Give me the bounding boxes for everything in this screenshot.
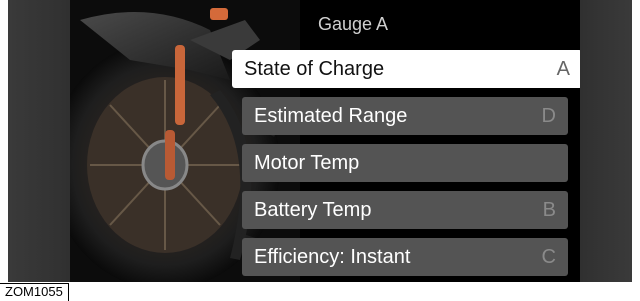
display-center: Gauge A State of Charge A Estimated Rang…: [70, 0, 580, 282]
slot-letter: D: [541, 104, 556, 127]
menu-item-motor-temp[interactable]: Motor Temp: [242, 144, 568, 182]
slot-letter: A: [556, 57, 570, 80]
gauge-title: Gauge A: [317, 14, 389, 34]
menu-item-efficiency-instant[interactable]: Efficiency: Instant C: [242, 238, 568, 276]
menu-item-estimated-range[interactable]: Estimated Range D: [242, 97, 568, 135]
menu-item-label: Estimated Range: [254, 104, 408, 127]
right-bezel: [580, 0, 632, 282]
figure-caption: ZOM1055: [0, 283, 69, 301]
menu-item-state-of-charge[interactable]: State of Charge A: [232, 50, 580, 88]
menu-item-label: Battery Temp: [254, 198, 372, 221]
menu-item-label: Motor Temp: [254, 151, 360, 174]
menu-item-label: Efficiency: Instant: [254, 245, 411, 268]
slot-letter: C: [541, 245, 556, 268]
left-bezel: [8, 0, 70, 282]
menu-item-label: State of Charge: [244, 57, 385, 80]
slot-letter: B: [542, 198, 556, 221]
menu-item-battery-temp[interactable]: Battery Temp B: [242, 191, 568, 229]
display-screen: Gauge A State of Charge A Estimated Rang…: [8, 0, 632, 282]
